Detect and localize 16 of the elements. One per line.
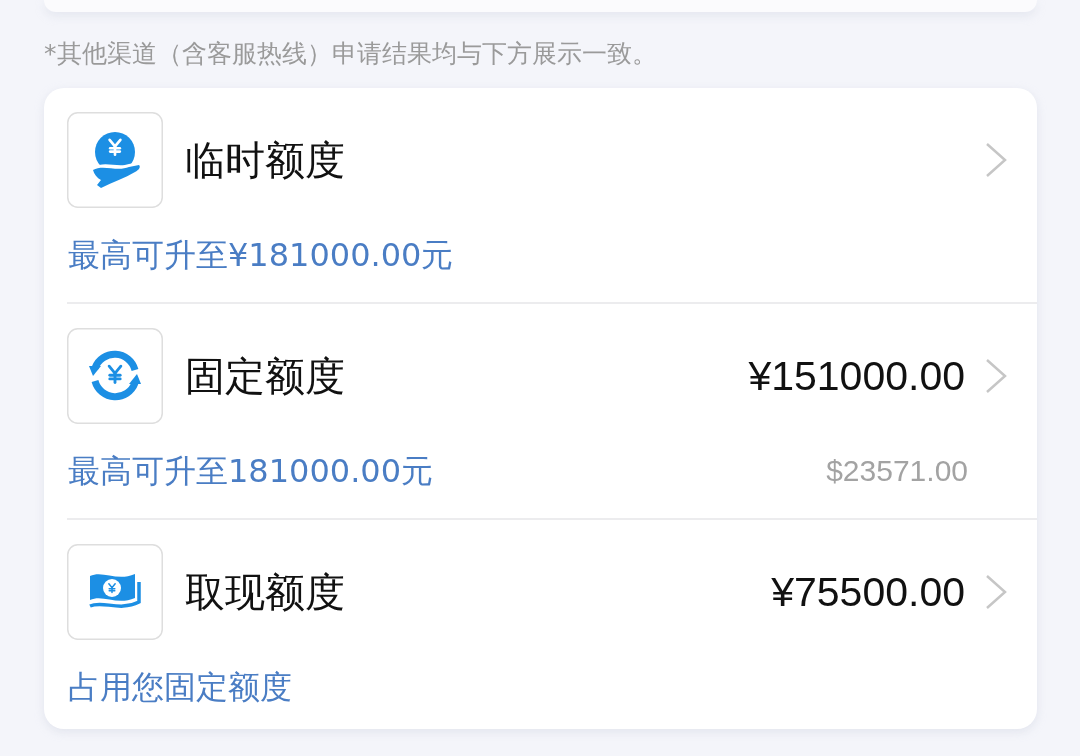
item-title: 取现额度 bbox=[185, 568, 345, 616]
item-title: 临时额度 bbox=[185, 136, 345, 184]
chevron-right-icon[interactable] bbox=[985, 574, 1007, 610]
chevron-right-icon[interactable] bbox=[985, 142, 1007, 178]
limit-hint-text: 最高可升至181000.00元 bbox=[68, 451, 434, 491]
coin-hand-icon bbox=[67, 112, 163, 208]
converted-amount-text: $23571.00 bbox=[826, 453, 968, 489]
notice-text: *其他渠道（含客服热线）申请结果均与下方展示一致。 bbox=[44, 38, 657, 70]
limit-hint-text: 占用您固定额度 bbox=[68, 667, 292, 707]
yen-cycle-icon bbox=[67, 328, 163, 424]
amount-text: ¥151000.00 bbox=[748, 352, 965, 400]
amount-text: ¥75500.00 bbox=[771, 568, 965, 616]
item-title: 固定额度 bbox=[185, 352, 345, 400]
limit-hint-text: 最高可升至¥181000.00元 bbox=[68, 235, 454, 275]
chevron-right-icon[interactable] bbox=[985, 358, 1007, 394]
banknote-icon bbox=[67, 544, 163, 640]
